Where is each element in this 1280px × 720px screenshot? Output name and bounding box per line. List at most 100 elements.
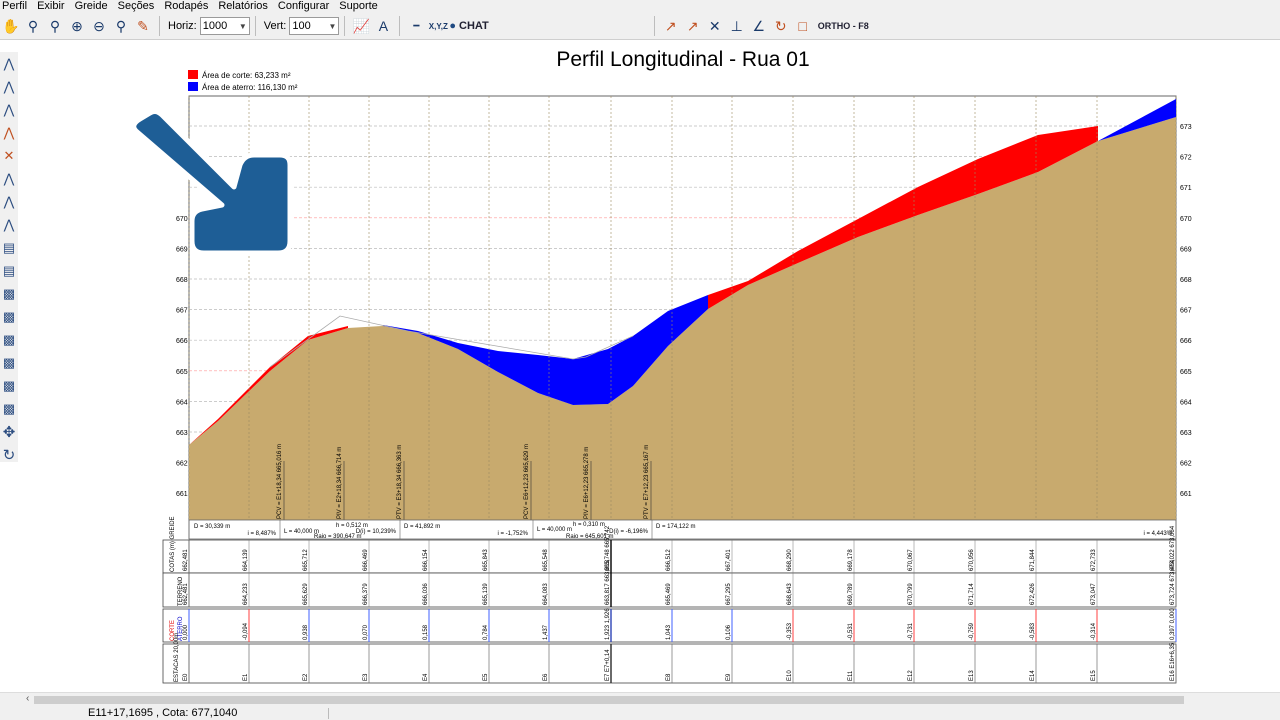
- elevation-label-left: 667: [176, 308, 188, 315]
- table-cell: 666,036: [423, 583, 429, 605]
- chat-button[interactable]: ● CHAT: [449, 20, 488, 32]
- table-cell: E2: [303, 673, 309, 681]
- zoom-window-icon[interactable]: ⚲: [44, 15, 66, 37]
- status-bar: E11+17,1695 , Cota: 677,1040: [0, 707, 1280, 720]
- table-cell: E8: [666, 673, 672, 681]
- grade-note: D = 41,892 m: [404, 524, 440, 530]
- table-cell: E14: [1030, 670, 1036, 681]
- chart-edit-icon[interactable]: 📈: [350, 15, 372, 37]
- table-cell: -0,583: [1030, 622, 1036, 640]
- edit-chart-icon[interactable]: ▩: [0, 397, 18, 420]
- chevron-left-icon[interactable]: ‹: [26, 693, 29, 704]
- grade-note: Raio = 390,647 m: [314, 534, 362, 540]
- horizontal-scrollbar[interactable]: ‹: [0, 692, 1280, 708]
- curve-label: PCV = E1+18,34 665,016 m: [277, 444, 283, 519]
- zoom-in-icon[interactable]: ⊕: [66, 15, 88, 37]
- table-cell: -0,731: [908, 622, 914, 640]
- chart-icon[interactable]: ▩: [0, 374, 18, 397]
- chat-label: CHAT: [459, 20, 489, 32]
- section-icon[interactable]: ▤: [0, 236, 18, 259]
- ortho-label[interactable]: ORTHO - F8: [818, 21, 869, 31]
- table-cell: 667,295: [726, 583, 732, 605]
- elevation-label-left: 664: [176, 399, 188, 406]
- menu-item-rodapés[interactable]: Rodapés: [162, 0, 210, 13]
- refresh-icon[interactable]: ↻: [0, 443, 18, 466]
- line-tool-icon[interactable]: ↗: [660, 15, 682, 37]
- table-cell: 667,401: [726, 549, 732, 571]
- vertical-curve-icon[interactable]: ⋀: [0, 190, 18, 213]
- zoom-extents-icon[interactable]: ⚲: [110, 15, 132, 37]
- table-cell: 1,043: [666, 624, 672, 640]
- table-cell: -0,094: [243, 622, 249, 640]
- vertical-curve-icon[interactable]: ⋀: [0, 213, 18, 236]
- ruler-icon[interactable]: ━: [405, 15, 427, 37]
- edit-pencil-icon[interactable]: ✎: [132, 15, 154, 37]
- table-cell: -0,531: [848, 622, 854, 640]
- vertical-curve-icon[interactable]: ⋀: [0, 75, 18, 98]
- table-cell: 665,843: [483, 549, 489, 571]
- menu-item-perfil[interactable]: Perfil: [0, 0, 29, 13]
- vert-scale-select[interactable]: 100 ▼: [289, 17, 340, 35]
- table-cell: 0,070: [363, 624, 369, 640]
- ortho-icon[interactable]: □: [792, 15, 814, 37]
- left-toolbar: ⋀ ⋀ ⋀ ⋀ ✕ ⋀ ⋀ ⋀ ▤ ▤ ▩ ▩ ▩ ▩ ▩ ▩ ✥ ↻: [0, 52, 18, 464]
- zoom-icon[interactable]: ⚲: [22, 15, 44, 37]
- table-cell: E9: [726, 673, 732, 681]
- elevation-label: 665: [1180, 369, 1192, 376]
- table-cell: 672,733: [1091, 549, 1097, 571]
- table-cell: E7 E7+0,14: [605, 649, 611, 681]
- toolbar-separator: [653, 16, 655, 36]
- xyz-icon[interactable]: X,Y,Z: [427, 15, 449, 37]
- chart-icon[interactable]: ▩: [0, 305, 18, 328]
- menu-item-configurar[interactable]: Configurar: [276, 0, 331, 13]
- vertical-curve-icon[interactable]: ⋀: [0, 167, 18, 190]
- chart-icon[interactable]: ▩: [0, 282, 18, 305]
- elevation-label: 666: [1180, 338, 1192, 345]
- table-cell: 666,154: [423, 549, 429, 571]
- vertical-curve-icon[interactable]: ⋀: [0, 98, 18, 121]
- table-row-header: ESTACAS 20,00m: [174, 633, 180, 682]
- rotate-tool-icon[interactable]: ↻: [770, 15, 792, 37]
- move-icon[interactable]: ✥: [0, 420, 18, 443]
- text-edit-icon[interactable]: A: [372, 15, 394, 37]
- elevation-label: 667: [1180, 308, 1192, 315]
- chart-icon[interactable]: ▩: [0, 351, 18, 374]
- vertical-curve-icon[interactable]: ✕: [0, 144, 18, 167]
- menu-item-suporte[interactable]: Suporte: [337, 0, 380, 13]
- table-cell: E12: [908, 670, 914, 681]
- main-toolbar: ✋ ⚲ ⚲ ⊕ ⊖ ⚲ ✎ Horiz: 1000 ▼ Vert: 100 ▼ 📈 …: [0, 13, 1280, 40]
- horiz-label: Horiz:: [168, 20, 197, 32]
- grade-note: D(i) = -6,196%: [609, 529, 649, 535]
- polyline-tool-icon[interactable]: ↗: [682, 15, 704, 37]
- table-cell: 0,938: [303, 624, 309, 640]
- table-cell: 666,379: [363, 583, 369, 605]
- table-cell: 1,923 1,926: [605, 608, 611, 640]
- menu-item-seções[interactable]: Seções: [116, 0, 157, 13]
- profile-canvas[interactable]: Perfil Longitudinal - Rua 01 Área de cor…: [18, 41, 1280, 691]
- grade-note: h = 0,310 m: [573, 522, 605, 528]
- section-icon[interactable]: ▤: [0, 259, 18, 282]
- scrollbar-thumb[interactable]: [34, 696, 1184, 704]
- angle-tool-icon[interactable]: ∠: [748, 15, 770, 37]
- vertical-curve-icon[interactable]: ⋀: [0, 52, 18, 75]
- menu-item-exibir[interactable]: Exibir: [35, 0, 67, 13]
- curve-label: PCV = E6+12,23 665,629 m: [524, 444, 530, 519]
- table-cell: 662,481: [183, 549, 189, 571]
- menu-item-greide[interactable]: Greide: [73, 0, 110, 13]
- vertical-curve-icon[interactable]: ⋀: [0, 121, 18, 144]
- table-cell: E3: [363, 673, 369, 681]
- elevation-label-left: 668: [176, 277, 188, 284]
- menu-item-relatórios[interactable]: Relatórios: [216, 0, 270, 13]
- cross-tool-icon[interactable]: ✕: [704, 15, 726, 37]
- elevation-label: 671: [1180, 185, 1192, 192]
- horiz-scale-select[interactable]: 1000 ▼: [199, 17, 250, 35]
- elevation-label-left: 661: [176, 491, 188, 498]
- zoom-out-icon[interactable]: ⊖: [88, 15, 110, 37]
- chart-icon[interactable]: ▩: [0, 328, 18, 351]
- grade-notes-bar: D = 30,339 m i = 8,487% L = 40,000 mh = 0,…: [188, 519, 1177, 540]
- table-cell: 665,469: [666, 583, 672, 605]
- perpendicular-icon[interactable]: ⊥: [726, 15, 748, 37]
- table-cell: E1: [243, 673, 249, 681]
- pan-hand-icon[interactable]: ✋: [0, 15, 22, 37]
- table-cell: 668,643: [787, 583, 793, 605]
